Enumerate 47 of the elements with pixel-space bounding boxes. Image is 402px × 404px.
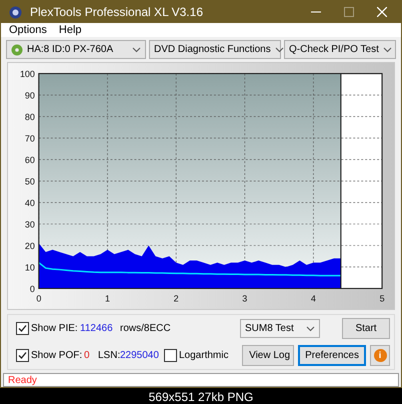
unit-label: rows/8ECC [120, 322, 172, 336]
logarithmic-label: Logarthmic [179, 349, 228, 363]
start-button[interactable]: Start [342, 318, 390, 339]
show-pof-label: Show POF: [31, 349, 82, 363]
tick-label: 2 [174, 293, 179, 304]
tick-label: 0 [30, 284, 35, 294]
tick-label: 1 [105, 293, 110, 304]
window-title: PlexTools Professional XL V3.16 [30, 4, 204, 21]
tick-label: 50 [24, 176, 35, 186]
tick-label: 80 [24, 112, 35, 122]
tick-label: 0 [36, 293, 42, 304]
test-select[interactable]: Q-Check PI/PO Test [284, 40, 396, 59]
pof-count: 0 [84, 349, 91, 363]
pie-count: 112466 [80, 322, 114, 336]
tick-label: 90 [24, 90, 35, 101]
caret-icon [382, 46, 392, 52]
tick-label: 100 [20, 69, 35, 80]
tick-label: 4 [310, 293, 316, 304]
lsn-label: LSN: [98, 349, 120, 363]
tick-label: 20 [24, 240, 35, 251]
tick-label: 60 [24, 155, 35, 166]
function-select[interactable]: DVD Diagnostic Functions [149, 40, 281, 59]
caret-icon [274, 46, 284, 52]
app-logo-icon [9, 6, 22, 18]
close-icon[interactable] [377, 7, 387, 17]
status-text: Ready [8, 374, 37, 388]
tick-label: 40 [24, 198, 35, 208]
drive-select[interactable]: HA:8 ID:0 PX-760A [6, 40, 146, 59]
tick-label: 3 [242, 293, 248, 304]
menu-item[interactable]: Options [9, 22, 47, 38]
test-mode-select[interactable]: SUM8 Test [240, 319, 320, 338]
view-log-button[interactable]: View Log [242, 345, 294, 366]
tick-label: 30 [24, 219, 35, 230]
menu-item[interactable]: Help [58, 22, 82, 38]
checkbox[interactable] [16, 322, 29, 335]
checkbox[interactable] [16, 349, 29, 362]
tick-label: 70 [24, 134, 35, 144]
tick-label: 10 [24, 262, 35, 272]
preferences-button[interactable]: Preferences [298, 345, 366, 366]
caret-icon [306, 326, 315, 332]
checkbox[interactable] [164, 349, 177, 362]
lsn-value: 2295040 [120, 349, 160, 363]
tick-label: 5 [380, 293, 385, 304]
show-pie-label: Show PIE: [31, 322, 78, 336]
disc-icon [11, 44, 23, 56]
caret-icon [132, 46, 141, 52]
image-caption: 569x551 27kb PNG [148, 389, 254, 404]
